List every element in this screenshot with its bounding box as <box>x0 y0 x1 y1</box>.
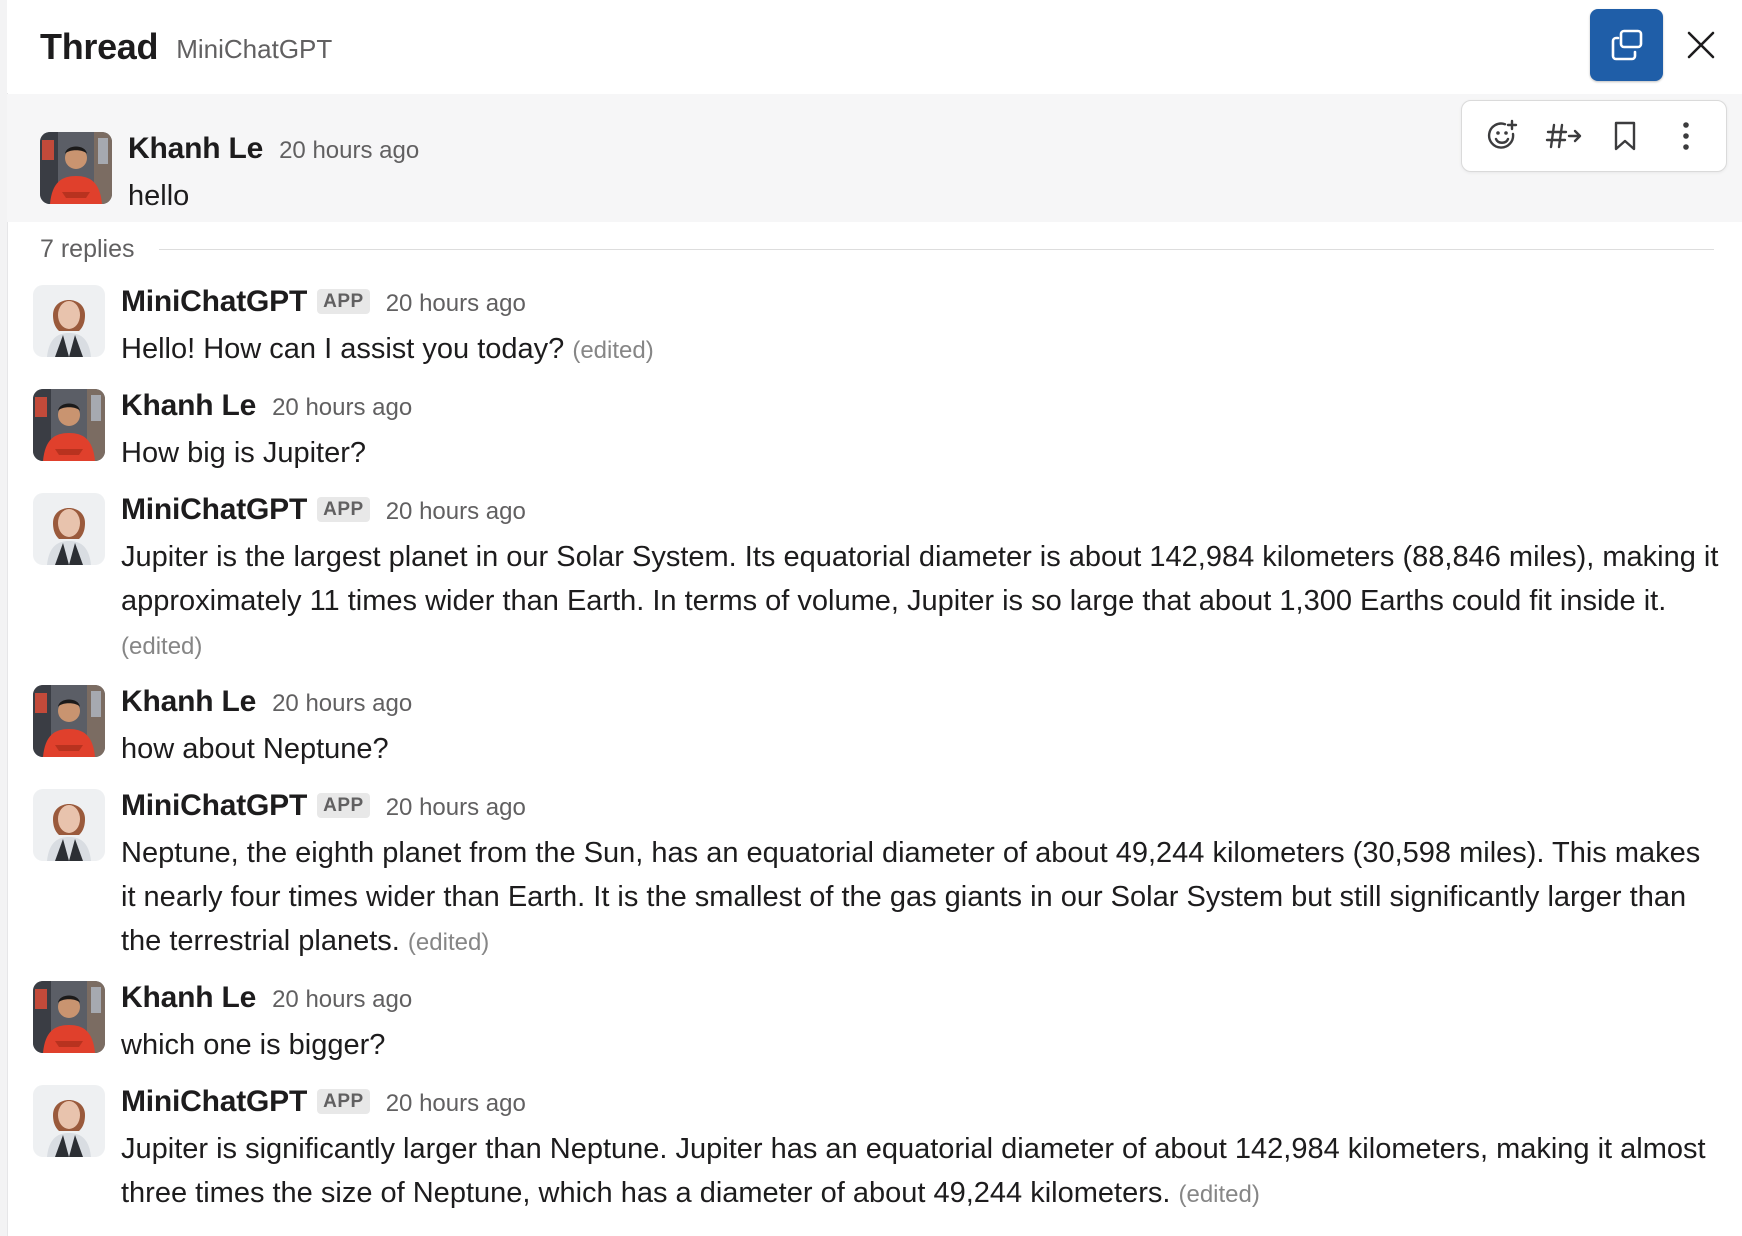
message-body: which one is bigger? <box>121 1029 386 1061</box>
author-name[interactable]: Khanh Le <box>121 685 256 719</box>
author-name[interactable]: MiniChatGPT <box>121 285 307 319</box>
avatar[interactable] <box>33 389 105 461</box>
message-body: Jupiter is the largest planet in our Sol… <box>121 541 1719 617</box>
message-body: how about Neptune? <box>121 733 389 765</box>
more-actions-icon <box>1682 122 1689 150</box>
message-header: MiniChatGPT APP 20 hours ago <box>121 1085 526 1121</box>
edited-label: (edited) <box>407 929 490 956</box>
share-to-channel-button[interactable] <box>1540 112 1588 160</box>
message-text: Jupiter is the largest planet in our Sol… <box>121 535 1722 669</box>
timestamp[interactable]: 20 hours ago <box>272 690 412 718</box>
app-badge: APP <box>317 793 370 818</box>
message-body: How big is Jupiter? <box>121 437 366 469</box>
edited-label: (edited) <box>572 337 654 364</box>
add-reaction-button[interactable] <box>1479 112 1527 160</box>
bookmark-icon <box>1614 121 1635 151</box>
timestamp[interactable]: 20 hours ago <box>386 290 526 318</box>
message-text: how about Neptune? <box>121 727 1722 771</box>
more-actions-button[interactable] <box>1662 112 1710 160</box>
avatar[interactable] <box>40 132 112 204</box>
divider-line <box>158 248 1714 250</box>
author-name[interactable]: MiniChatGPT <box>121 1085 307 1119</box>
close-icon <box>1687 31 1715 59</box>
replies-divider: 7 replies <box>40 232 1714 266</box>
add-reaction-icon <box>1487 119 1517 149</box>
message-text: which one is bigger? <box>121 1023 1722 1067</box>
message-body: Neptune, the eighth planet from the Sun,… <box>121 837 1701 957</box>
message-header: Khanh Le 20 hours ago <box>121 389 412 425</box>
message-header: MiniChatGPT APP 20 hours ago <box>121 789 526 825</box>
message-body: Hello! How can I assist you today? <box>121 333 565 365</box>
message-text: Jupiter is significantly larger than Nep… <box>121 1127 1722 1217</box>
timestamp[interactable]: 20 hours ago <box>272 986 412 1014</box>
avatar[interactable] <box>33 981 105 1053</box>
timestamp[interactable]: 20 hours ago <box>386 498 526 526</box>
timestamp[interactable]: 20 hours ago <box>272 394 412 422</box>
message-header: MiniChatGPT APP 20 hours ago <box>121 285 526 321</box>
share-to-channel-icon <box>1545 123 1581 149</box>
message-header: MiniChatGPT APP 20 hours ago <box>121 493 526 529</box>
timestamp[interactable]: 20 hours ago <box>386 794 526 822</box>
message-header: Khanh Le 20 hours ago <box>121 685 412 721</box>
open-in-window-icon <box>1611 29 1642 61</box>
open-in-window-button[interactable] <box>1590 9 1663 81</box>
edited-label: (edited) <box>1178 1181 1260 1208</box>
timestamp[interactable]: 20 hours ago <box>279 137 419 165</box>
app-badge: APP <box>317 1089 370 1114</box>
message-text: Hello! How can I assist you today? (edit… <box>121 327 1722 373</box>
message-actions-toolbar <box>1461 100 1727 172</box>
thread-panel: Thread MiniChatGPT Khanh Le 20 hours ago… <box>0 0 1742 1236</box>
author-name[interactable]: Khanh Le <box>121 981 256 1015</box>
author-name[interactable]: MiniChatGPT <box>121 493 307 527</box>
message-body: Jupiter is significantly larger than Nep… <box>121 1133 1706 1209</box>
message-text: How big is Jupiter? <box>121 431 1722 475</box>
message-body: hello <box>128 180 190 212</box>
message-header: Khanh Le 20 hours ago <box>121 981 412 1017</box>
app-badge: APP <box>317 497 370 522</box>
message-text: hello <box>128 174 1722 218</box>
thread-header: Thread MiniChatGPT <box>7 0 1742 93</box>
edited-label: (edited) <box>121 633 203 660</box>
save-button[interactable] <box>1601 112 1649 160</box>
timestamp[interactable]: 20 hours ago <box>386 1090 526 1118</box>
message-header: Khanh Le 20 hours ago <box>128 132 419 168</box>
close-button[interactable] <box>1678 22 1724 68</box>
page-title: Thread <box>40 25 159 67</box>
reply-count: 7 replies <box>40 234 135 263</box>
bot-avatar[interactable] <box>33 285 105 357</box>
message-text: Neptune, the eighth planet from the Sun,… <box>121 831 1722 965</box>
avatar[interactable] <box>33 685 105 757</box>
author-name[interactable]: MiniChatGPT <box>121 789 307 823</box>
channel-name[interactable]: MiniChatGPT <box>176 34 332 65</box>
author-name[interactable]: Khanh Le <box>128 132 263 166</box>
bot-avatar[interactable] <box>33 1085 105 1157</box>
author-name[interactable]: Khanh Le <box>121 389 256 423</box>
bot-avatar[interactable] <box>33 493 105 565</box>
bot-avatar[interactable] <box>33 789 105 861</box>
app-badge: APP <box>317 289 370 314</box>
